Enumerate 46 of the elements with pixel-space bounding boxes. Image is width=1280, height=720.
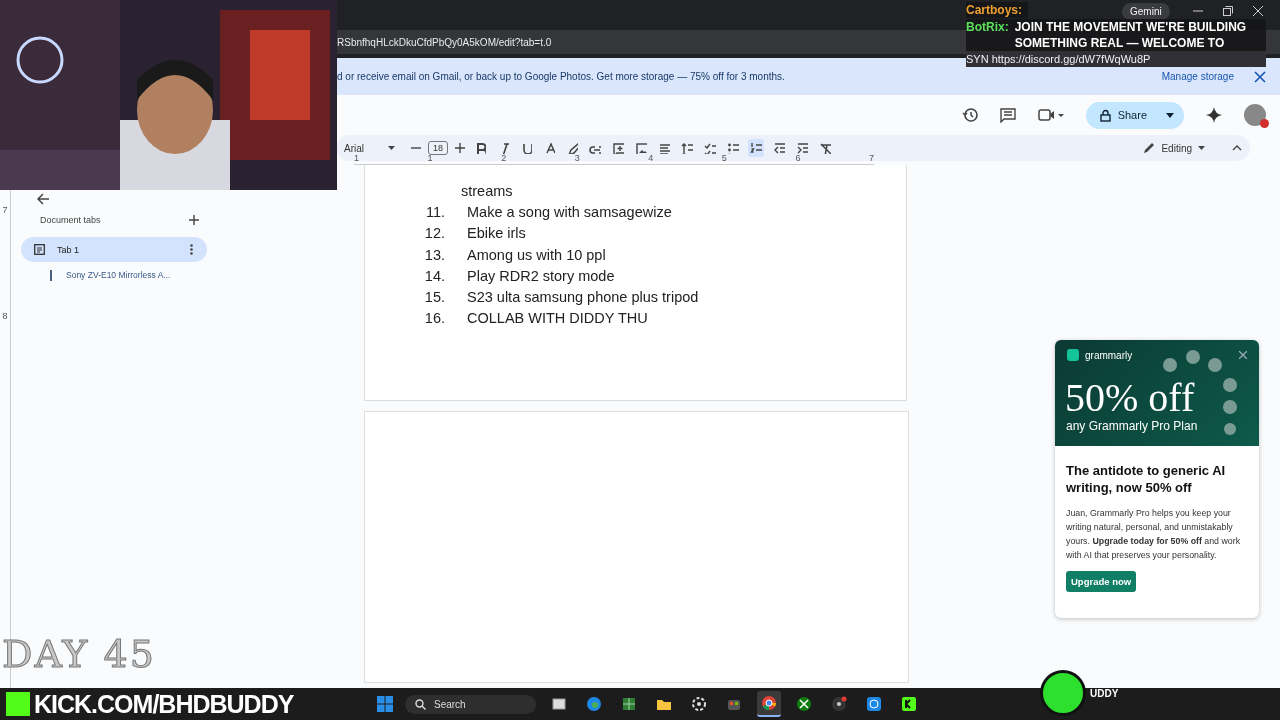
taskbar-search-field[interactable]: Search [405, 694, 536, 714]
ruler-number: 6 [795, 153, 801, 164]
chat-username: Cartboys: [966, 2, 1022, 18]
document-tab[interactable]: Tab 1 [21, 237, 207, 262]
badge-text: UDDY [1090, 687, 1119, 699]
ruler-number: 1 [427, 153, 433, 164]
list-text: Make a song with samsagewize [467, 203, 672, 222]
promo-title: The antidote to generic AI writing, now 50% off [1066, 462, 1227, 496]
promo-text: Juan, Grammarly Pro helps you keep your writing natural, personal, and unmistakably yours. Upgrade today for 50% off and work with AI that preserves your personality. [1066, 507, 1242, 562]
font-size-field[interactable]: 18 [428, 141, 448, 155]
ruler-number: 4 [648, 153, 654, 164]
ruler-number: 3 [574, 153, 580, 164]
day-counter: DAY 45 [2, 632, 156, 676]
list-number: 12. [423, 224, 445, 244]
list-text: Ebike irls [467, 224, 526, 244]
channel-url: KICK.COM/BHDBUDDY [34, 689, 294, 719]
brand-name: grammarly [1085, 349, 1133, 361]
list-text: Among us with 10 ppl [467, 245, 606, 265]
ruler-number: 7 [868, 153, 874, 164]
font-dropdown[interactable]: Arial [344, 142, 396, 154]
promo-headline: 50% off [1065, 376, 1195, 420]
storage-message: d or receive email on Gmail, or back up to Google Photos. Get more storage — 75% off for 3 months. [337, 71, 786, 82]
share-button[interactable]: Share [1085, 101, 1184, 129]
list-text: Play RDR2 story mode [467, 266, 615, 286]
outline-item[interactable]: Sony ZV-E10 Mirrorless A... [50, 270, 207, 281]
upgrade-button[interactable]: Upgrade now [1066, 571, 1137, 592]
chat-message: JOIN THE MOVEMENT WE'RE BUILDING SOMETHING REAL — WELCOME TO [1014, 19, 1248, 51]
ruler-number: 1 [354, 153, 359, 164]
manage-storage-link[interactable]: Manage storage [1161, 71, 1234, 82]
list-number: 15. [423, 288, 445, 308]
list-number: 11. [424, 203, 445, 222]
ruler-number: 5 [721, 153, 727, 164]
section-title: Document tabs [40, 215, 101, 225]
ruler-number: 8 [2, 311, 8, 321]
promo-subhead: any Grammarly Pro Plan [1066, 419, 1198, 433]
editing-mode-dropdown[interactable]: Editing [1143, 142, 1205, 154]
ruler-number: 2 [501, 153, 507, 164]
list-text: streams [461, 182, 514, 201]
list-text: S23 ulta samsung phone plus tripod [467, 288, 699, 308]
address-field[interactable]: RSbnfhqHLckDkuCfdPbQy0A5kOM/edit?tab=t.0 [337, 36, 552, 48]
chat-username: BotRix: [966, 19, 1009, 35]
list-number: 16. [423, 309, 445, 329]
list-number: 13. [423, 245, 445, 265]
list-text: COLLAB WITH DIDDY THU [467, 309, 648, 329]
ruler-number: 7 [2, 205, 8, 215]
list-number: 14. [423, 266, 445, 286]
